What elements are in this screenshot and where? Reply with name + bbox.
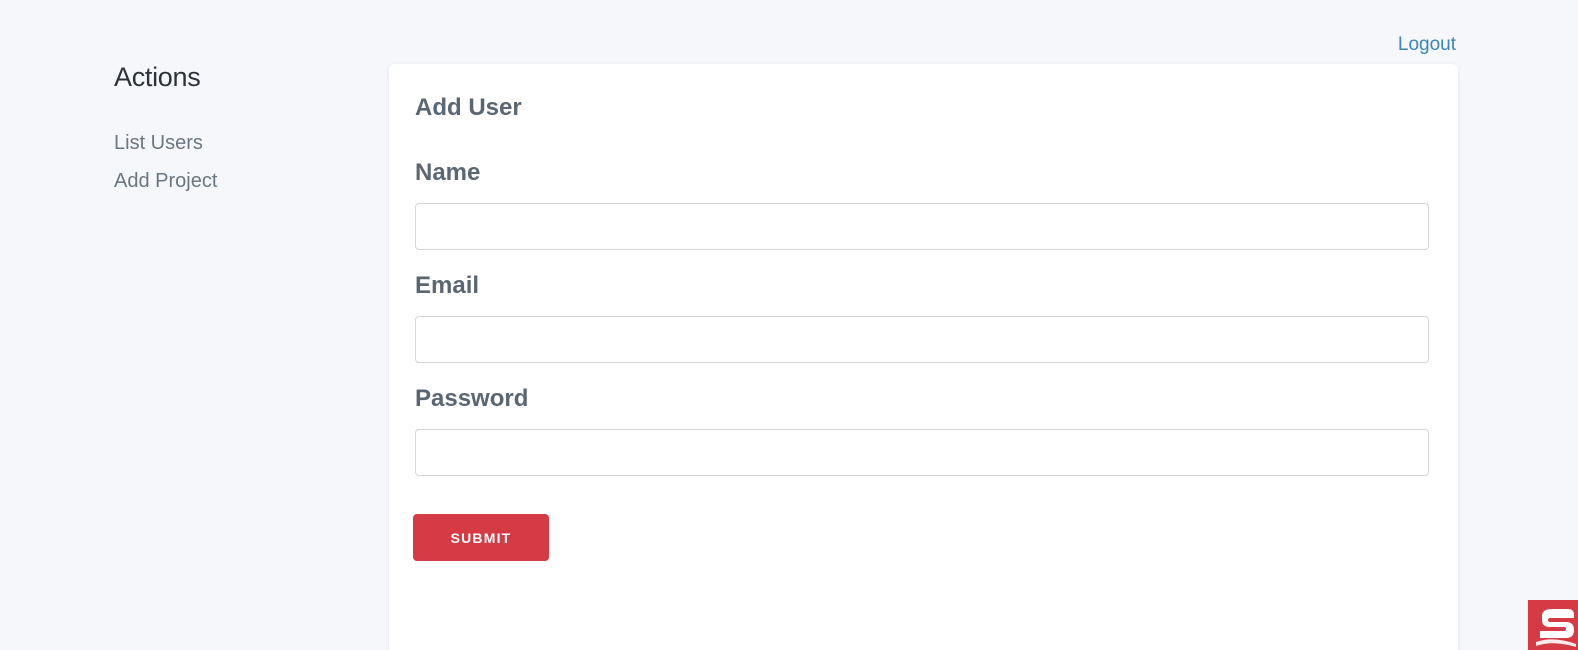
add-user-card: Add User Name Email Password SUBMIT — [389, 64, 1458, 650]
password-input[interactable] — [415, 429, 1429, 476]
password-label: Password — [415, 385, 529, 412]
page: Logout Actions List Users Add Project Ad… — [0, 0, 1578, 650]
sidebar-title: Actions — [114, 62, 201, 92]
name-input[interactable] — [415, 203, 1429, 250]
sidebar: Actions List Users Add Project — [114, 62, 354, 207]
name-label: Name — [415, 159, 481, 186]
sidebar-item-add-project[interactable]: Add Project — [114, 169, 354, 193]
email-label: Email — [415, 272, 480, 299]
form-title: Add User — [415, 94, 522, 121]
logout-link[interactable]: Logout — [1398, 34, 1456, 56]
sidebar-item-list-users[interactable]: List Users — [114, 131, 354, 155]
email-input[interactable] — [415, 316, 1429, 363]
logo-glyph — [1536, 609, 1576, 647]
app-logo-icon[interactable] — [1528, 600, 1578, 650]
submit-button[interactable]: SUBMIT — [413, 514, 549, 561]
